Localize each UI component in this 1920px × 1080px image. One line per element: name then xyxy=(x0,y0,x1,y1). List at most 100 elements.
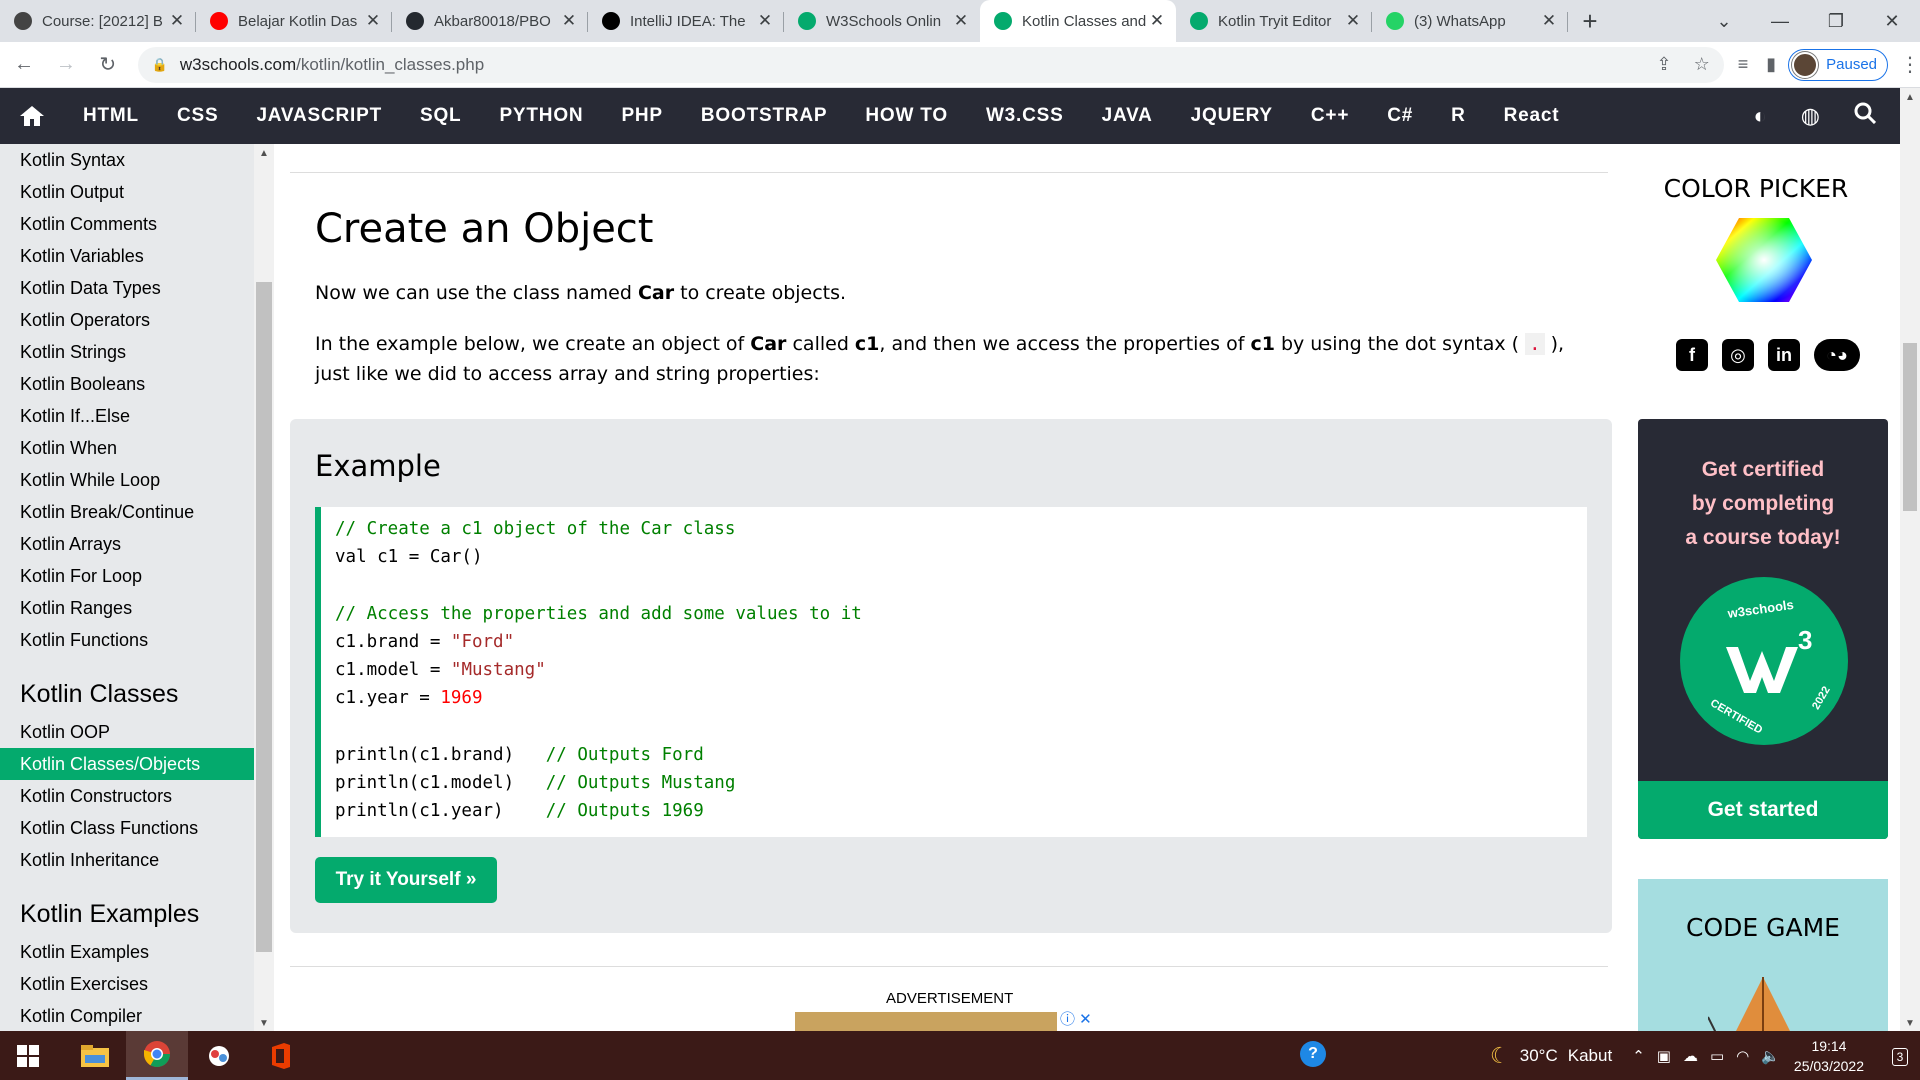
back-button[interactable]: ← xyxy=(6,47,42,83)
browser-tab[interactable]: W3Schools Onlin ✕ xyxy=(784,0,980,42)
nav-item[interactable]: PYTHON xyxy=(480,88,602,144)
sidebar-link[interactable]: Kotlin Variables xyxy=(0,240,254,272)
certification-ad[interactable]: Get certified by completing a course tod… xyxy=(1638,419,1888,839)
sidebar-link[interactable]: Kotlin Class Functions xyxy=(0,812,254,844)
browser-tab[interactable]: IntelliJ IDEA: The ✕ xyxy=(588,0,784,42)
clock[interactable]: 19:14 25/03/2022 xyxy=(1794,1036,1864,1076)
scroll-down-arrow[interactable]: ▼ xyxy=(254,1018,274,1029)
nav-item[interactable]: W3.CSS xyxy=(967,88,1083,144)
battery-icon[interactable]: ▭ xyxy=(1710,1047,1724,1065)
close-tab-icon[interactable]: ✕ xyxy=(168,11,186,31)
sidebar-link[interactable]: Kotlin Arrays xyxy=(0,528,254,560)
sidebar-link[interactable]: Kotlin Output xyxy=(0,176,254,208)
try-it-yourself-button[interactable]: Try it Yourself » xyxy=(315,857,497,903)
ad-choices-icon[interactable]: ⓘ ✕ xyxy=(1060,1008,1092,1029)
sidebar-link[interactable]: Kotlin Booleans xyxy=(0,368,254,400)
side-panel-icon[interactable]: ▮ xyxy=(1766,54,1776,75)
speaker-icon[interactable]: 🔈 xyxy=(1761,1047,1780,1065)
onedrive-icon[interactable]: ☁ xyxy=(1683,1047,1698,1065)
browser-tab[interactable]: Akbar80018/PBO ✕ xyxy=(392,0,588,42)
sidebar-link[interactable]: Kotlin Inheritance xyxy=(0,844,254,876)
browser-tab[interactable]: Belajar Kotlin Das ✕ xyxy=(196,0,392,42)
nav-item[interactable]: JAVASCRIPT xyxy=(237,88,401,144)
file-explorer-icon[interactable] xyxy=(64,1031,126,1080)
nav-item[interactable]: SQL xyxy=(401,88,480,144)
nav-item[interactable]: React xyxy=(1485,88,1579,144)
nav-item[interactable]: C++ xyxy=(1292,88,1368,144)
sidebar-scrollbar[interactable]: ▲ ▼ xyxy=(254,144,274,1031)
bookmark-star-icon[interactable]: ☆ xyxy=(1694,54,1710,75)
chrome-icon[interactable] xyxy=(126,1031,188,1080)
nav-item[interactable]: C# xyxy=(1368,88,1432,144)
close-tab-icon[interactable]: ✕ xyxy=(756,11,774,31)
nav-item[interactable]: CSS xyxy=(158,88,237,144)
sidebar-link[interactable]: Kotlin Functions xyxy=(0,624,254,656)
scroll-up-arrow[interactable]: ▲ xyxy=(1900,92,1920,103)
browser-tab[interactable]: (3) WhatsApp ✕ xyxy=(1372,0,1568,42)
snipping-tool-icon[interactable] xyxy=(188,1031,250,1080)
reload-button[interactable]: ↻ xyxy=(90,47,126,83)
globe-icon[interactable]: ◍ xyxy=(1801,103,1820,129)
sidebar-link[interactable]: Kotlin OOP xyxy=(0,716,254,748)
nav-item[interactable]: PHP xyxy=(602,88,681,144)
sidebar-link[interactable]: Kotlin Constructors xyxy=(0,780,254,812)
color-picker-icon[interactable] xyxy=(1714,216,1814,309)
nav-item[interactable]: BOOTSTRAP xyxy=(682,88,846,144)
nav-item[interactable]: HOW TO xyxy=(846,88,967,144)
close-tab-icon[interactable]: ✕ xyxy=(1344,11,1362,31)
sidebar-link[interactable]: Kotlin Comments xyxy=(0,208,254,240)
sidebar-link[interactable]: Kotlin If...Else xyxy=(0,400,254,432)
sidebar-link[interactable]: Kotlin Strings xyxy=(0,336,254,368)
page-scroll-thumb[interactable] xyxy=(1903,343,1917,511)
code-game-ad[interactable]: CODE GAME xyxy=(1638,879,1888,1031)
close-tab-icon[interactable]: ✕ xyxy=(952,11,970,31)
linkedin-icon[interactable]: in xyxy=(1768,339,1800,371)
sidebar-link[interactable]: Kotlin Compiler xyxy=(0,1000,254,1031)
ad-image[interactable] xyxy=(795,1012,1057,1031)
url-omnibox[interactable]: 🔒 w3schools.com/kotlin/kotlin_classes.ph… xyxy=(137,46,1724,83)
sidebar-link[interactable]: Kotlin Syntax xyxy=(0,144,254,176)
nav-item[interactable]: JAVA xyxy=(1083,88,1172,144)
close-window-button[interactable]: ✕ xyxy=(1864,11,1920,32)
forward-button[interactable]: → xyxy=(48,47,84,83)
page-scrollbar[interactable]: ▲ ▼ xyxy=(1900,88,1920,1031)
sidebar-link[interactable]: Kotlin Exercises xyxy=(0,968,254,1000)
sidebar-link[interactable]: Kotlin When xyxy=(0,432,254,464)
sidebar-link[interactable]: Kotlin For Loop xyxy=(0,560,254,592)
windows-start-icon[interactable] xyxy=(0,1031,56,1080)
browser-menu-icon[interactable]: ⋮ xyxy=(1900,52,1920,77)
sidebar-link[interactable]: Kotlin Data Types xyxy=(0,272,254,304)
sidebar-link[interactable]: Kotlin Classes/Objects xyxy=(0,748,254,780)
sidebar-scroll-thumb[interactable] xyxy=(256,282,272,952)
instagram-icon[interactable]: ◎ xyxy=(1722,339,1754,371)
close-tab-icon[interactable]: ✕ xyxy=(364,11,382,31)
discord-icon[interactable]: ◔◕ xyxy=(1814,339,1860,371)
nav-item[interactable]: HTML xyxy=(64,88,158,144)
profile-button[interactable]: Paused xyxy=(1788,48,1888,81)
browser-tab[interactable]: Course: [20212] B ✕ xyxy=(0,0,196,42)
restore-button[interactable]: ❐ xyxy=(1808,11,1864,32)
lock-icon[interactable]: 🔒 xyxy=(152,57,168,73)
media-control-icon[interactable]: ≡ xyxy=(1738,54,1749,75)
meet-icon[interactable]: ▣ xyxy=(1657,1047,1671,1065)
sidebar-link[interactable]: Kotlin While Loop xyxy=(0,464,254,496)
notification-icon[interactable]: 3 xyxy=(1880,1045,1920,1066)
scroll-down-arrow[interactable]: ▼ xyxy=(1900,1018,1920,1029)
search-icon[interactable] xyxy=(1854,102,1877,130)
browser-tab[interactable]: Kotlin Classes and ✕ xyxy=(980,0,1176,42)
close-tab-icon[interactable]: ✕ xyxy=(560,11,578,31)
weather-widget[interactable]: ☾ 30°C Kabut xyxy=(1490,1043,1612,1069)
scroll-up-arrow[interactable]: ▲ xyxy=(254,148,274,159)
close-tab-icon[interactable]: ✕ xyxy=(1540,11,1558,31)
sidebar-link[interactable]: Kotlin Examples xyxy=(0,936,254,968)
minimize-button[interactable]: — xyxy=(1752,11,1808,32)
home-icon[interactable] xyxy=(0,88,64,144)
help-icon[interactable]: ? xyxy=(1300,1041,1326,1067)
share-icon[interactable]: ⇪ xyxy=(1656,54,1671,75)
sidebar-link[interactable]: Kotlin Break/Continue xyxy=(0,496,254,528)
close-tab-icon[interactable]: ✕ xyxy=(1148,11,1166,31)
sidebar-link[interactable]: Kotlin Operators xyxy=(0,304,254,336)
dark-mode-icon[interactable]: ◐ xyxy=(1754,103,1767,129)
office-icon[interactable] xyxy=(250,1031,312,1080)
sidebar-link[interactable]: Kotlin Ranges xyxy=(0,592,254,624)
